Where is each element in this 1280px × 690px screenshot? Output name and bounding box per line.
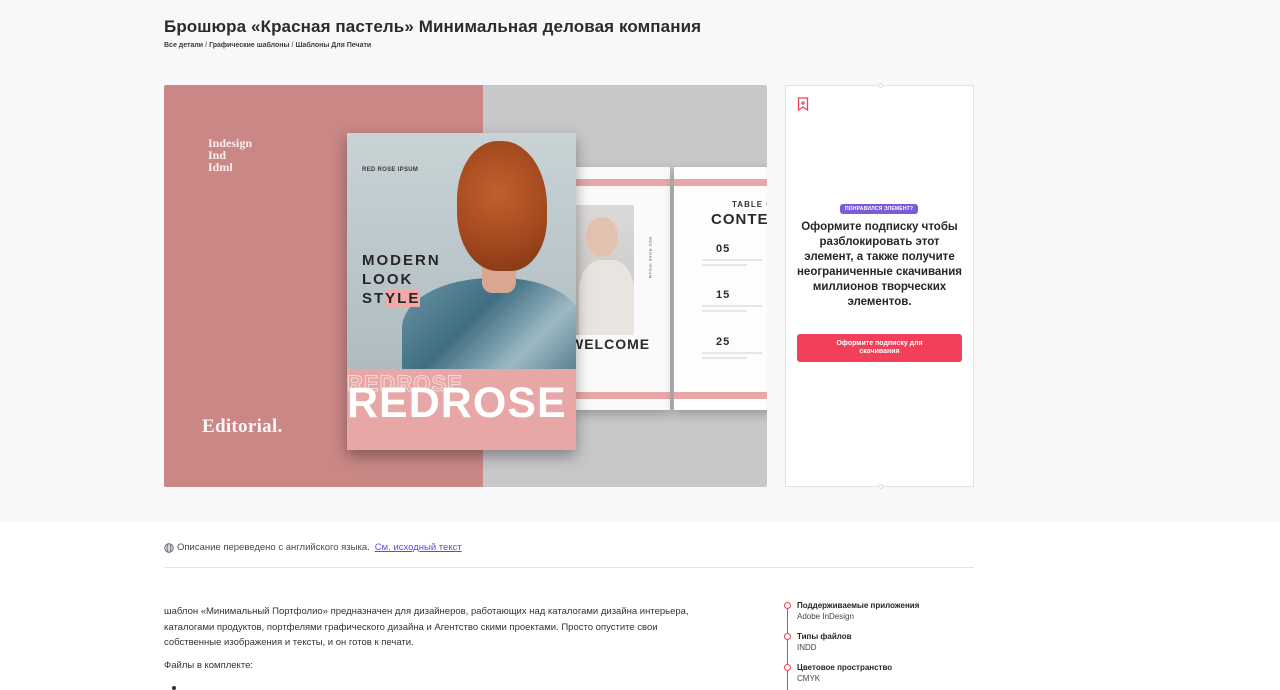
format-list: Indesign Ind Idml (208, 137, 252, 173)
brochure-spread: RED ROSE IPSUM WELCOME TABLE OF CONTENTS… (570, 167, 767, 410)
cover-headline-line: LOOK (362, 271, 414, 288)
toc-number: 15 (716, 289, 731, 301)
spread-right-page: TABLE OF CONTENTS 05 15 25 (674, 167, 767, 410)
breadcrumb-all-items[interactable]: Все детали (164, 42, 203, 49)
breadcrumb-separator: / (205, 42, 208, 49)
spec-key: Цветовое пространство (797, 663, 893, 672)
globe-icon (164, 542, 174, 553)
toc-number: 05 (716, 243, 731, 255)
item-preview-image[interactable]: Indesign Ind Idml Editorial. RED ROSE IP… (164, 85, 767, 487)
cover-headline-highlight: YLE (385, 290, 421, 307)
show-original-link[interactable]: См. исходный текст (375, 542, 462, 553)
spec-pin (784, 602, 791, 609)
translation-notice: Описание переведено с английского языка.… (164, 542, 462, 553)
spread-stripe (674, 392, 767, 399)
cover-headline-line: MODERN (362, 252, 441, 269)
breadcrumb-graphic-templates[interactable]: Графические шаблоны (209, 42, 289, 49)
cover-hair (457, 141, 547, 271)
format-idml: Idml (208, 160, 233, 174)
bookmark-plus-icon[interactable] (797, 97, 809, 111)
brochure-cover: RED ROSE IPSUM MODERN LOOK STYLE REDROSE… (347, 133, 576, 450)
spec-value: INDD (797, 643, 817, 652)
breadcrumb-separator: / (291, 42, 294, 49)
spread-stripe (674, 179, 767, 186)
toc-line (702, 357, 747, 359)
photo-face (586, 217, 618, 257)
cover-band-title: REDROSE (347, 379, 567, 427)
toc-line (702, 310, 747, 312)
breadcrumb: Все детали / Графические шаблоны / Шаблоны Д… (164, 42, 371, 49)
spec-value: Adobe InDesign (797, 612, 854, 621)
toc-top-text: TABLE OF (732, 200, 767, 209)
card-dot (878, 484, 883, 489)
spread-welcome: WELCOME (570, 336, 651, 352)
spread-photo (574, 205, 634, 335)
photo-body (579, 260, 634, 335)
toc-line (702, 352, 762, 354)
spread-stripe (574, 179, 670, 186)
cover-band: REDROSE REDROSE (347, 369, 576, 450)
translation-notice-text: Описание переведено с английского языка. (177, 542, 370, 553)
spec-pin (784, 633, 791, 640)
editorial-label: Editorial. (202, 416, 283, 437)
subscribe-promo-text: Оформите подписку чтобы разблокировать э… (796, 221, 962, 308)
spread-vertical-text: RED ROSE IPSUM (648, 237, 653, 279)
liked-item-badge: ПОНРАВИЛСЯ ЭЛЕМЕНТ? (840, 204, 919, 214)
breadcrumb-print-templates[interactable]: Шаблоны Для Печати (295, 42, 371, 49)
toc-line (702, 305, 762, 307)
item-specs: Поддерживаемые приложения Adobe InDesign… (784, 600, 977, 690)
toc-line (702, 264, 747, 266)
page-title: Брошюра «Красная пастель» Минимальная де… (164, 17, 702, 36)
toc-number: 25 (716, 336, 731, 348)
specs-timeline-line (787, 606, 788, 690)
spread-stripe (574, 392, 670, 399)
section-divider (164, 567, 974, 568)
toc-title: CONTENTS (711, 211, 767, 228)
cover-headline: MODERN LOOK STYLE (362, 251, 441, 308)
subscribe-download-button[interactable]: Оформите подписку для скачивания (797, 334, 962, 362)
list-bullet (172, 686, 176, 690)
spec-key: Поддерживаемые приложения (797, 601, 920, 610)
spec-pin (784, 664, 791, 671)
cover-headline-line: STYLE (362, 289, 441, 308)
spec-key: Типы файлов (797, 632, 852, 641)
subscribe-card: ПОНРАВИЛСЯ ЭЛЕМЕНТ? Оформите подписку чт… (785, 83, 974, 489)
files-included-label: Файлы в комплекте: (164, 660, 253, 671)
cover-brand: RED ROSE IPSUM (362, 167, 419, 173)
item-description: шаблон «Минимальный Портфолио» предназна… (164, 606, 689, 648)
cover-headline-part: ST (362, 290, 386, 307)
card-dot (878, 83, 883, 88)
spread-left-page: RED ROSE IPSUM WELCOME (570, 167, 670, 410)
toc-line (702, 259, 762, 261)
spec-value: CMYK (797, 674, 821, 683)
